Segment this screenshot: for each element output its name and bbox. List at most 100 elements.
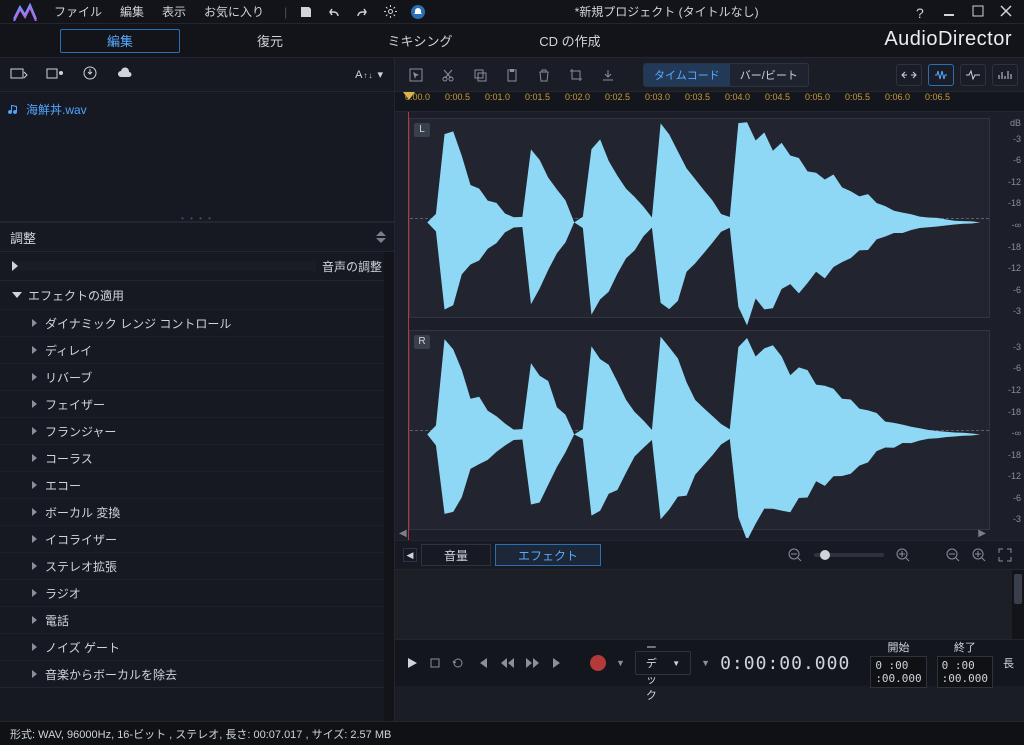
db-tick: -18 (994, 193, 1024, 215)
db-tick: -12 (994, 257, 1024, 279)
fx-item[interactable]: 電話 (0, 606, 394, 633)
zoom-h-slider[interactable] (814, 553, 884, 557)
fullscreen-icon[interactable] (994, 544, 1016, 566)
editor-toolbar: タイムコード バー/ビート (395, 58, 1024, 92)
rewind-icon[interactable] (499, 652, 515, 674)
tool-crop-icon[interactable] (561, 63, 591, 87)
menu-favorites[interactable]: お気に入り (204, 3, 264, 20)
waveform-area[interactable]: L R dB -3-6-12-18-∞-18-12-6-3-3-6-12-18-… (395, 112, 1024, 540)
fx-label: ステレオ拡張 (45, 558, 117, 575)
scroll-down-icon[interactable] (376, 238, 386, 243)
section-sound-adjust[interactable]: 音声の調整 (0, 252, 394, 280)
fx-item[interactable]: ボーカル 変換 (0, 498, 394, 525)
scroll-up-icon[interactable] (376, 231, 386, 236)
sort-button[interactable]: A↑↓ ▾ (355, 68, 384, 81)
tab-edit[interactable]: 編集 (60, 29, 180, 53)
stop-icon[interactable] (429, 652, 441, 674)
download-media-icon[interactable] (82, 65, 98, 84)
maximize-icon[interactable] (972, 5, 986, 19)
db-tick: -3 (994, 301, 1024, 323)
left-scrollbar[interactable] (384, 252, 394, 721)
play-icon[interactable] (405, 652, 419, 674)
skip-start-icon[interactable] (475, 652, 489, 674)
db-tick: -6 (994, 279, 1024, 301)
hscroll-left-icon[interactable]: ◀ (399, 528, 407, 540)
zoom-in-h-icon[interactable] (892, 544, 914, 566)
ruler-tick: 0:02.5 (605, 92, 645, 111)
section-apply-effect[interactable]: エフェクトの適用 (0, 281, 394, 309)
loop-icon[interactable] (451, 652, 465, 674)
fx-item[interactable]: ダイナミック レンジ コントロール (0, 309, 394, 336)
fx-item[interactable]: イコライザー (0, 525, 394, 552)
tab-effect[interactable]: エフェクト (495, 544, 601, 566)
undo-icon[interactable] (325, 3, 343, 21)
tool-cut-icon[interactable] (433, 63, 463, 87)
notification-icon[interactable] (409, 3, 427, 21)
save-icon[interactable] (297, 3, 315, 21)
menu-edit[interactable]: 編集 (120, 3, 144, 20)
waveform-left-channel[interactable]: L (409, 118, 990, 318)
settings-icon[interactable] (381, 3, 399, 21)
fx-label: エコー (45, 477, 81, 494)
view-waveform-icon[interactable] (928, 64, 954, 86)
fx-item[interactable]: フランジャー (0, 417, 394, 444)
start-time-field[interactable]: 0 :00 :00.000 (870, 656, 926, 688)
channel-badge-left: L (414, 123, 430, 137)
forward-icon[interactable] (525, 652, 541, 674)
fx-item[interactable]: リバーブ (0, 363, 394, 390)
tool-paste-icon[interactable] (497, 63, 527, 87)
lower-tab-bar: ◀ 音量 エフェクト (395, 540, 1024, 570)
fx-item[interactable]: エコー (0, 471, 394, 498)
tool-delete-icon[interactable] (529, 63, 559, 87)
tool-export-icon[interactable] (593, 63, 623, 87)
time-ruler[interactable]: 0:00.00:00.50:01.00:01.50:02.00:02.50:03… (395, 92, 1024, 112)
media-file-item[interactable]: 海鮮丼.wav (8, 98, 386, 120)
fx-item[interactable]: ノイズ ゲート (0, 633, 394, 660)
fx-item[interactable]: ラジオ (0, 579, 394, 606)
fx-item[interactable]: フェイザー (0, 390, 394, 417)
pill-barbeat[interactable]: バー/ビート (730, 64, 808, 86)
fx-label: ボーカル 変換 (45, 504, 120, 521)
fx-item[interactable]: ステレオ拡張 (0, 552, 394, 579)
fx-item[interactable]: コーラス (0, 444, 394, 471)
view-fit-icon[interactable] (896, 64, 922, 86)
splitter-handle[interactable]: • • • • (0, 214, 394, 221)
tab-cd[interactable]: CD の作成 (510, 29, 630, 53)
cloud-icon[interactable] (116, 66, 134, 83)
left-panel: A↑↓ ▾ 海鮮丼.wav • • • • 調整 音声の調整 (0, 58, 395, 721)
close-icon[interactable] (1000, 5, 1014, 19)
pill-timecode[interactable]: タイムコード (644, 64, 730, 86)
db-tick: -18 (994, 444, 1024, 466)
view-spectrum-icon[interactable] (992, 64, 1018, 86)
tab-volume[interactable]: 音量 (421, 544, 491, 566)
tab-restore[interactable]: 復元 (210, 29, 330, 53)
playhead-icon[interactable] (403, 92, 415, 100)
redo-icon[interactable] (353, 3, 371, 21)
zoom-out-v-icon[interactable] (942, 544, 964, 566)
minimize-icon[interactable] (944, 5, 958, 19)
db-tick: -3 (994, 509, 1024, 531)
menu-file[interactable]: ファイル (54, 3, 102, 20)
lower-tab-scroll-left[interactable]: ◀ (403, 548, 417, 562)
record-button[interactable] (590, 652, 606, 674)
tool-copy-icon[interactable] (465, 63, 495, 87)
start-label: 開始 (887, 639, 909, 655)
fx-item[interactable]: ディレイ (0, 336, 394, 363)
waveform-right-channel[interactable]: R (409, 330, 990, 530)
zoom-in-v-icon[interactable] (968, 544, 990, 566)
effect-lane[interactable] (395, 570, 1024, 640)
fx-item[interactable]: 音楽からボーカルを除去 (0, 660, 394, 687)
tab-mix[interactable]: ミキシング (360, 29, 480, 53)
zoom-out-h-icon[interactable] (784, 544, 806, 566)
import-media-icon[interactable] (10, 66, 28, 83)
effect-lane-scrollbar[interactable] (1012, 570, 1024, 639)
help-icon[interactable]: ? (916, 5, 930, 19)
codec-button[interactable]: コーデック▼ (635, 651, 691, 675)
hscroll-right-icon[interactable]: ▶ (978, 528, 986, 540)
tool-select-icon[interactable] (401, 63, 431, 87)
skip-end-icon[interactable] (551, 652, 565, 674)
view-pulse-icon[interactable] (960, 64, 986, 86)
record-media-icon[interactable] (46, 66, 64, 83)
menu-view[interactable]: 表示 (162, 3, 186, 20)
end-time-field[interactable]: 0 :00 :00.000 (937, 656, 993, 688)
